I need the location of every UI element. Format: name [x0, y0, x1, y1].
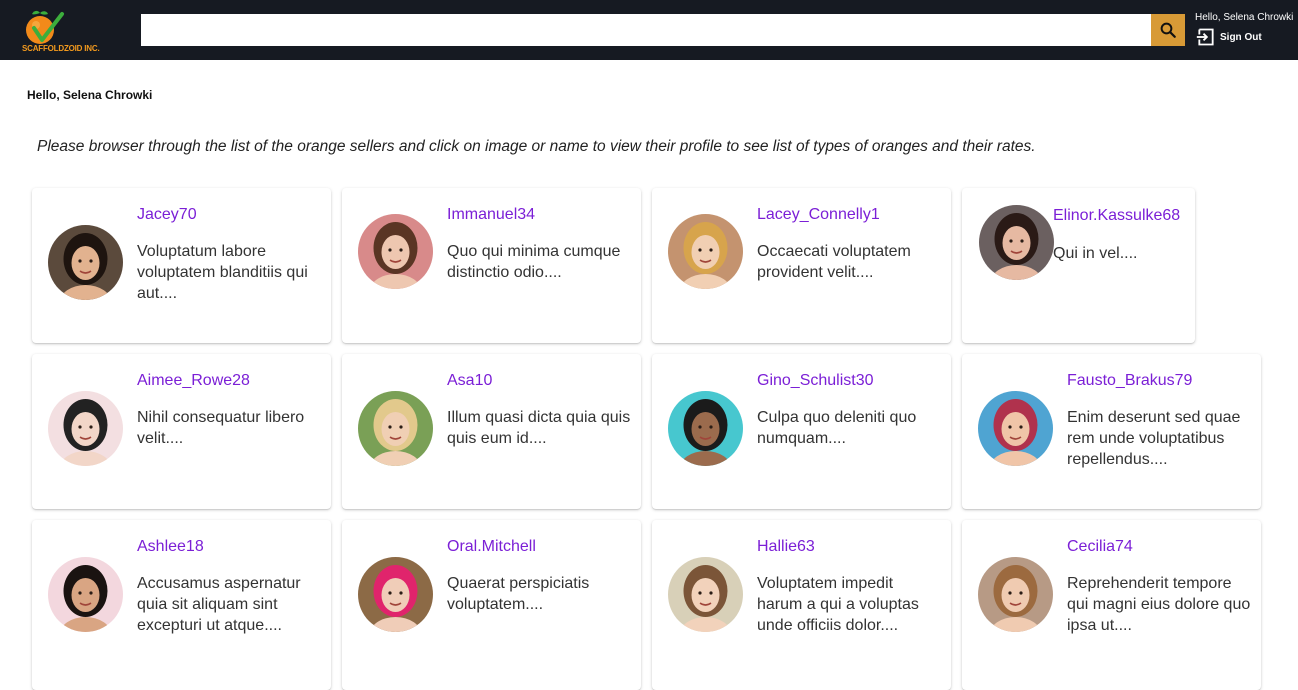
seller-description: Accusamus aspernatur quia sit aliquam si… — [137, 575, 301, 634]
seller-description: Nihil consequatur libero velit.... — [137, 409, 305, 447]
search-button[interactable] — [1151, 14, 1185, 46]
seller-card[interactable]: Hallie63 Voluptatem impedit harum a qui a… — [652, 520, 951, 690]
seller-card[interactable]: Elinor.Kassulke68 Qui in vel.... — [962, 188, 1195, 343]
seller-name-link[interactable]: Ashlee18 — [137, 538, 204, 556]
seller-name-link[interactable]: Lacey_Connelly1 — [757, 206, 880, 224]
seller-description: Voluptatem impedit harum a qui a volupta… — [757, 575, 919, 634]
seller-name-link[interactable]: Hallie63 — [757, 538, 815, 556]
seller-description: Occaecati voluptatem provident velit.... — [757, 243, 911, 281]
seller-name-link[interactable]: Oral.Mitchell — [447, 538, 536, 556]
seller-avatar[interactable] — [48, 557, 123, 632]
seller-description: Qui in vel.... — [1053, 245, 1138, 262]
seller-name-link[interactable]: Fausto_Brakus79 — [1067, 372, 1192, 390]
seller-avatar[interactable] — [48, 391, 123, 466]
seller-card[interactable]: Oral.Mitchell Quaerat perspiciatis volupt… — [342, 520, 641, 690]
seller-name-link[interactable]: Immanuel34 — [447, 206, 535, 224]
seller-avatar[interactable] — [978, 557, 1053, 632]
seller-description: Quo qui minima cumque distinctio odio...… — [447, 243, 621, 281]
seller-avatar[interactable] — [668, 391, 743, 466]
search-input[interactable] — [141, 14, 1151, 46]
seller-card[interactable]: Jacey70 Voluptatum labore voluptatem blan… — [32, 188, 331, 343]
seller-name-link[interactable]: Cecilia74 — [1067, 538, 1133, 556]
seller-avatar[interactable] — [358, 391, 433, 466]
seller-avatar[interactable] — [978, 391, 1053, 466]
seller-description: Culpa quo deleniti quo numquam.... — [757, 409, 917, 447]
seller-name-link[interactable]: Elinor.Kassulke68 — [1053, 207, 1180, 225]
seller-description: Voluptatum labore voluptatem blanditiis … — [137, 243, 308, 302]
seller-description: Reprehenderit tempore qui magni eius dol… — [1067, 575, 1251, 634]
seller-description: Illum quasi dicta quia quis quis eum id.… — [447, 409, 631, 447]
seller-avatar[interactable] — [979, 205, 1054, 280]
seller-description: Enim deserunt sed quae rem unde voluptat… — [1067, 409, 1241, 468]
seller-card[interactable]: Lacey_Connelly1 Occaecati voluptatem prov… — [652, 188, 951, 343]
sign-out-button[interactable]: Sign Out — [1196, 27, 1262, 47]
seller-card[interactable]: Aimee_Rowe28 Nihil consequatur libero vel… — [32, 354, 331, 509]
seller-card[interactable]: Fausto_Brakus79 Enim deserunt sed quae re… — [962, 354, 1261, 509]
seller-name-link[interactable]: Gino_Schulist30 — [757, 372, 874, 390]
seller-card[interactable]: Cecilia74 Reprehenderit tempore qui magni… — [962, 520, 1261, 690]
header-greeting: Hello, Selena Chrowki — [1195, 12, 1294, 23]
seller-avatar[interactable] — [358, 214, 433, 289]
seller-avatar[interactable] — [358, 557, 433, 632]
seller-name-link[interactable]: Jacey70 — [137, 206, 197, 224]
sign-out-label: Sign Out — [1220, 31, 1262, 43]
seller-name-link[interactable]: Aimee_Rowe28 — [137, 372, 250, 390]
seller-card[interactable]: Immanuel34 Quo qui minima cumque distinct… — [342, 188, 641, 343]
seller-description: Quaerat perspiciatis voluptatem.... — [447, 575, 590, 613]
seller-avatar[interactable] — [668, 557, 743, 632]
instructions-text: Please browser through the list of the o… — [37, 138, 1036, 155]
seller-card[interactable]: Asa10 Illum quasi dicta quia quis quis eu… — [342, 354, 641, 509]
top-bar: SCAFFOLDZOID INC. Hello, Selena Chrowki … — [0, 0, 1298, 60]
seller-card[interactable]: Gino_Schulist30 Culpa quo deleniti quo nu… — [652, 354, 951, 509]
orange-logo-icon — [26, 10, 64, 44]
seller-card[interactable]: Ashlee18 Accusamus aspernatur quia sit al… — [32, 520, 331, 690]
seller-name-link[interactable]: Asa10 — [447, 372, 492, 390]
logo-text: SCAFFOLDZOID INC. — [22, 44, 100, 53]
seller-avatar[interactable] — [48, 225, 123, 300]
seller-avatar[interactable] — [668, 214, 743, 289]
search-icon — [1160, 22, 1176, 38]
page-greeting: Hello, Selena Chrowki — [27, 88, 153, 102]
sign-out-icon — [1196, 28, 1214, 46]
